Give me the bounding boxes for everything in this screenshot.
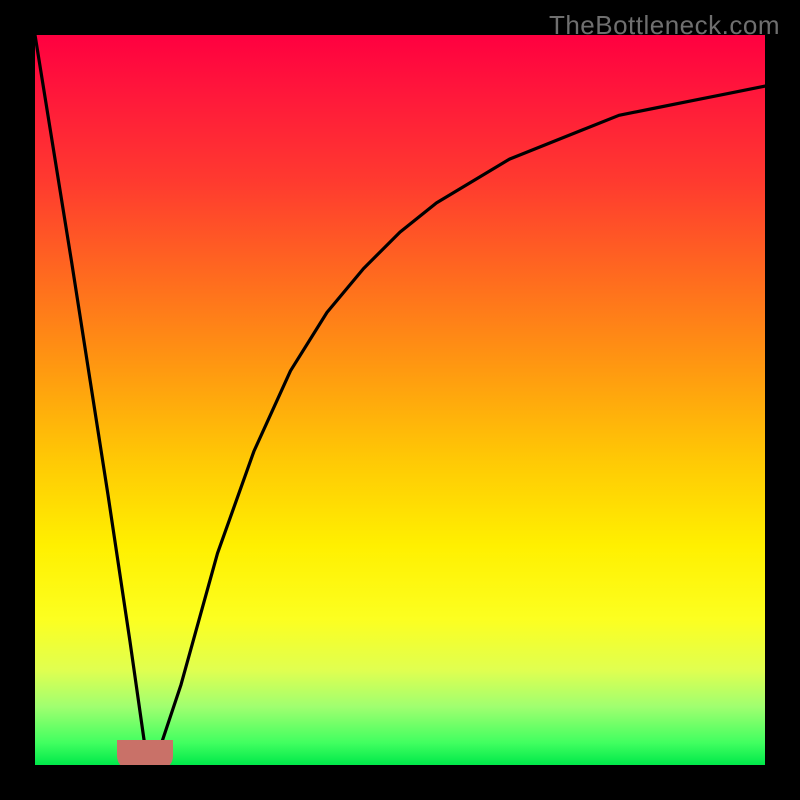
plot-area xyxy=(35,35,765,765)
optimum-marker xyxy=(117,740,173,765)
bottleneck-curve xyxy=(35,35,765,765)
curve-path xyxy=(35,35,765,750)
chart-frame: TheBottleneck.com xyxy=(0,0,800,800)
